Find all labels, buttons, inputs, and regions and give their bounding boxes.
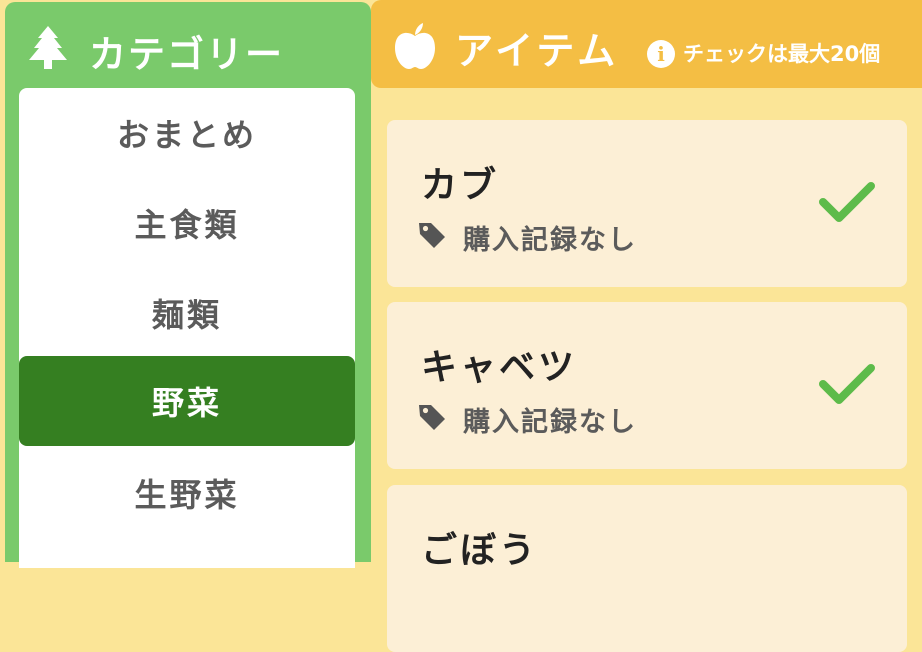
category-item-raw-vegetables[interactable]: 生野菜 bbox=[19, 448, 355, 538]
category-title: カテゴリー bbox=[89, 33, 284, 76]
item-header: アイテム i チェックは最大20個 bbox=[371, 0, 922, 88]
item-status: 購入記録なし bbox=[463, 407, 637, 438]
item-name: カブ bbox=[421, 165, 500, 206]
tag-icon bbox=[419, 223, 445, 248]
tag-icon bbox=[419, 405, 445, 430]
item-name: キャベツ bbox=[421, 347, 578, 388]
item-card-burdock[interactable]: ごぼう bbox=[387, 485, 907, 652]
category-item-omatome[interactable]: おまとめ bbox=[19, 88, 355, 178]
item-card-cabbage[interactable]: キャベツ 購入記録なし bbox=[387, 302, 907, 469]
category-item-vegetables[interactable]: 野菜 bbox=[19, 356, 355, 446]
check-icon[interactable] bbox=[817, 360, 877, 408]
category-item-staple-foods[interactable]: 主食類 bbox=[19, 178, 355, 268]
item-card-kabu[interactable]: カブ 購入記録なし bbox=[387, 120, 907, 287]
category-list: おまとめ 主食類 麺類 野菜 生野菜 bbox=[19, 88, 355, 568]
category-panel: カテゴリー おまとめ 主食類 麺類 野菜 生野菜 bbox=[5, 2, 371, 568]
apple-icon bbox=[395, 23, 435, 69]
item-title: アイテム bbox=[455, 29, 620, 73]
category-item-noodles[interactable]: 麺類 bbox=[19, 268, 355, 358]
check-limit-note: チェックは最大20個 bbox=[683, 42, 881, 66]
check-icon[interactable] bbox=[817, 178, 877, 226]
info-icon: i bbox=[647, 40, 675, 68]
item-name: ごぼう bbox=[421, 530, 539, 571]
tree-icon bbox=[29, 26, 67, 69]
category-header: カテゴリー bbox=[5, 2, 371, 88]
item-status: 購入記録なし bbox=[463, 225, 637, 256]
